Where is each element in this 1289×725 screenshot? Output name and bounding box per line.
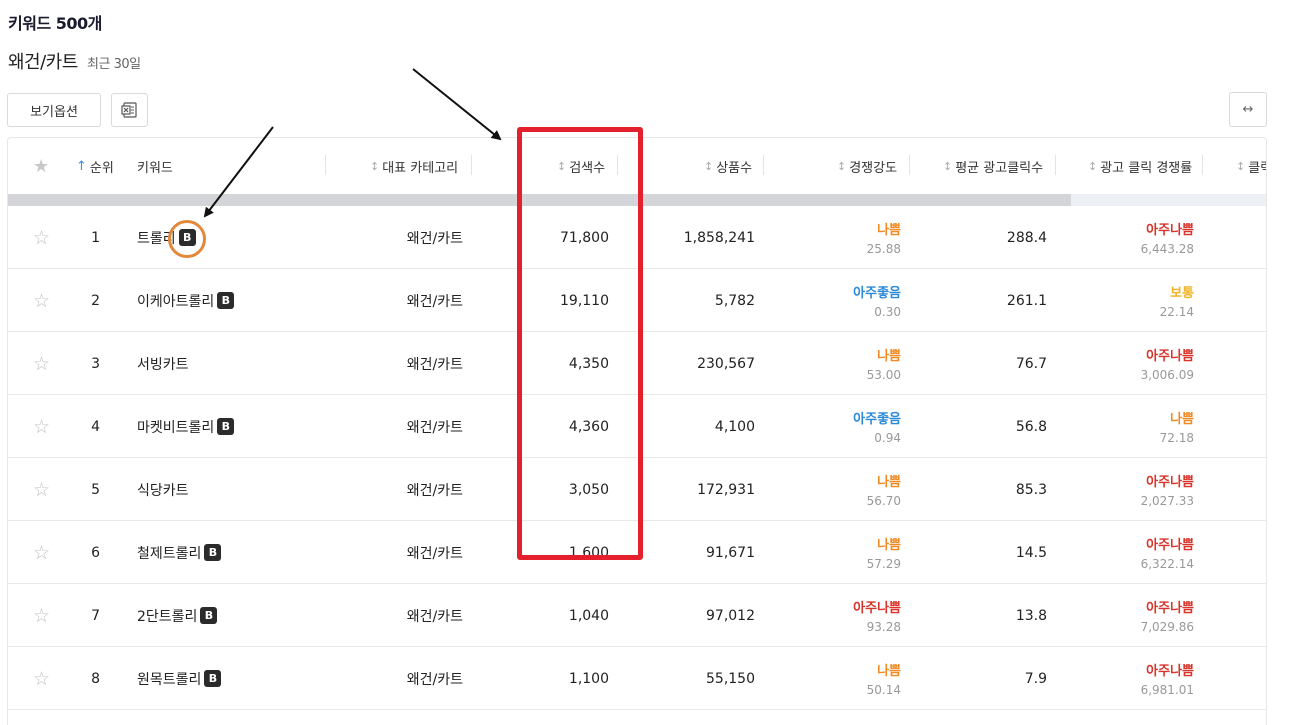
product-count-header[interactable]: ↕ 상품수 — [704, 138, 752, 194]
keyword-header[interactable]: 키워드 — [137, 138, 173, 194]
ad-click-competition-header[interactable]: ↕ 광고 클릭 경쟁률 — [1088, 138, 1192, 194]
expand-columns-button[interactable]: ↔ — [1229, 92, 1267, 127]
ad-competition-label: 나쁨 — [1170, 412, 1194, 427]
excel-download-button[interactable] — [111, 93, 148, 127]
excel-icon — [120, 102, 137, 118]
ad-competition-value: 6,322.14 — [1140, 557, 1194, 571]
ad-competition-label: 아주나쁨 — [1146, 349, 1194, 364]
rank-header[interactable]: ↑ 순위 — [76, 138, 114, 194]
page-subtitle: 왜건/카트 최근 30일 — [8, 48, 141, 74]
ad-competition-label: 아주나쁨 — [1146, 475, 1194, 490]
ad-competition-label: 아주나쁨 — [1146, 538, 1194, 553]
ad-competition-cell: 아주나쁨 7,029.86 — [8, 584, 1194, 647]
sort-icon: ↕ — [1236, 159, 1246, 173]
ad-competition-value: 6,443.28 — [1140, 242, 1194, 256]
ad-competition-label: 아주나쁨 — [1146, 664, 1194, 679]
column-divider — [471, 155, 472, 175]
column-divider — [763, 155, 764, 175]
ad-competition-label: 아주나쁨 — [1146, 223, 1194, 238]
category-name: 왜건/카트 — [8, 52, 78, 73]
ad-competition-value: 2,027.33 — [1140, 494, 1194, 508]
arrow-to-search-volume — [412, 68, 502, 141]
search-volume-highlight-box — [517, 127, 643, 560]
sort-icon: ↕ — [704, 159, 714, 173]
ad-competition-value: 7,029.86 — [1140, 620, 1194, 634]
ad-competition-value: 3,006.09 — [1140, 368, 1194, 382]
ad-competition-label: 보통 — [1170, 286, 1194, 301]
sort-icon: ↕ — [370, 159, 380, 173]
sort-icon: ↕ — [1088, 159, 1098, 173]
competition-header[interactable]: ↕ 경쟁강도 — [837, 138, 897, 194]
ad-competition-label: 아주나쁨 — [1146, 601, 1194, 616]
period-label: 최근 30일 — [87, 57, 141, 72]
sort-icon: ↕ — [837, 159, 847, 173]
favorite-header-star-icon[interactable]: ★ — [33, 138, 49, 194]
column-divider — [325, 155, 326, 175]
ad-competition-value: 6,981.01 — [1140, 683, 1194, 697]
table-row[interactable]: ☆ 8 원목트롤리 B 왜건/카트 1,100 55,150 나쁨 50.14 7.9 아주나쁨 6,… — [8, 647, 1266, 710]
click-header-partial[interactable]: ↕ 클릭 — [1236, 138, 1266, 194]
column-divider — [909, 155, 910, 175]
avg-ad-clicks-header[interactable]: ↕ 평균 광고클릭수 — [943, 138, 1043, 194]
sort-icon: ↕ — [943, 159, 953, 173]
ad-competition-value: 72.18 — [1159, 431, 1194, 445]
view-options-button[interactable]: 보기옵션 — [7, 93, 101, 127]
category-header[interactable]: ↕ 대표 카테고리 — [370, 138, 458, 194]
table-row[interactable]: ☆ 7 2단트롤리 B 왜건/카트 1,040 97,012 아주나쁨 93.28 13.8 아주나… — [8, 584, 1266, 647]
ad-competition-cell: 아주나쁨 6,981.01 — [8, 647, 1194, 710]
ad-competition-value: 22.14 — [1159, 305, 1194, 319]
column-divider — [1202, 155, 1203, 175]
sort-asc-icon: ↑ — [76, 158, 87, 174]
badge-highlight-circle — [168, 220, 206, 258]
expand-arrows-icon: ↔ — [1242, 102, 1254, 117]
page-title: 키워드 500개 — [8, 14, 102, 33]
column-divider — [1055, 155, 1056, 175]
